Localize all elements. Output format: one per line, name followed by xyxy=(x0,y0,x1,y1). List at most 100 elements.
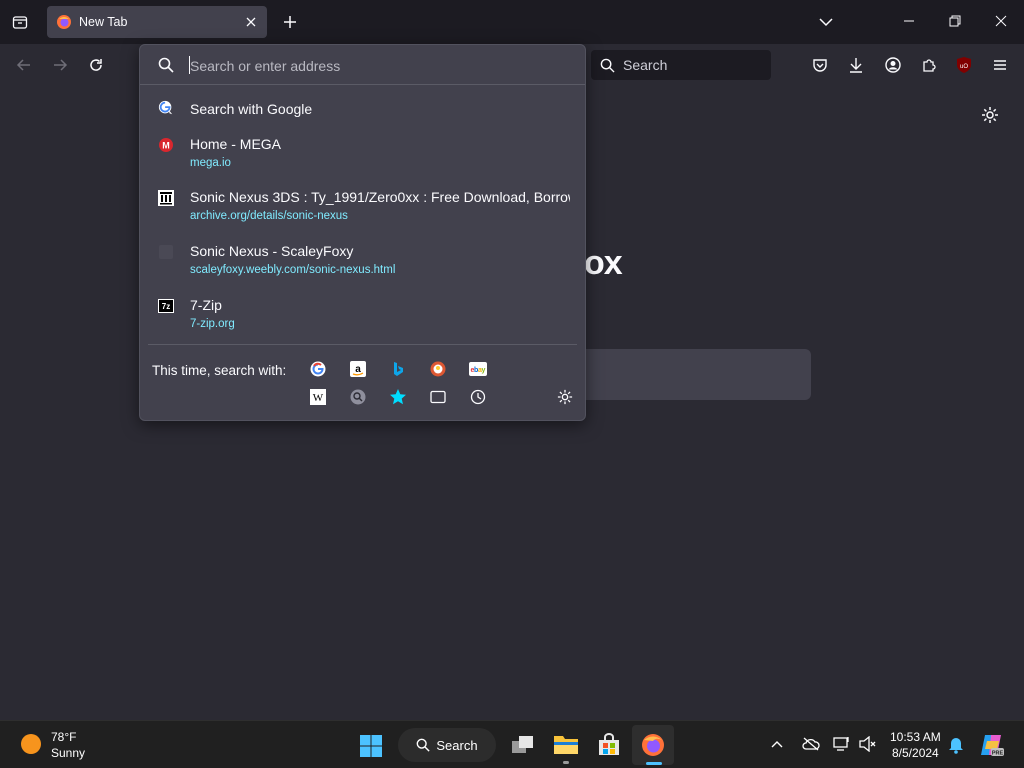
back-button[interactable] xyxy=(13,54,35,76)
suggestion-sonic-nexus-scaleyfoxy[interactable]: Sonic Nexus - ScaleyFoxy scaleyfoxy.weeb… xyxy=(140,240,585,280)
search-icon xyxy=(158,57,174,73)
wikipedia-engine-button[interactable]: W xyxy=(308,387,328,407)
downloads-button[interactable] xyxy=(845,54,867,76)
search-icon xyxy=(417,738,431,752)
windows-logo-icon xyxy=(360,735,382,757)
google-engine-button[interactable] xyxy=(308,359,328,379)
weather-widget[interactable] xyxy=(20,733,42,755)
account-button[interactable] xyxy=(882,54,904,76)
ebay-engine-button[interactable]: ebay xyxy=(468,359,488,379)
copilot-button[interactable]: PRE xyxy=(978,731,1006,759)
suggestion-7-zip[interactable]: 7z 7-Zip 7-zip.org xyxy=(140,294,585,334)
suggestion-title: Search with Google xyxy=(190,101,313,117)
bell-icon xyxy=(949,738,963,754)
weather-condition: Sunny xyxy=(51,746,86,760)
file-explorer-button[interactable] xyxy=(553,732,579,756)
toolbar-search-box[interactable]: Search xyxy=(591,50,771,80)
notifications-button[interactable] xyxy=(946,735,966,755)
account-icon xyxy=(885,57,901,73)
firefox-taskbar-button[interactable] xyxy=(632,725,674,765)
hamburger-menu-icon xyxy=(994,60,1006,70)
magnifier-engine-icon xyxy=(350,389,366,405)
suggestion-search-with-google[interactable]: Search with Google xyxy=(140,97,585,121)
svg-text:uO: uO xyxy=(960,64,968,70)
new-tab-search-field[interactable] xyxy=(586,349,811,400)
search-settings-button[interactable] xyxy=(555,387,575,407)
tab-strip: New Tab xyxy=(0,0,1024,44)
close-tab-icon[interactable] xyxy=(243,14,259,30)
new-tab-button[interactable] xyxy=(280,12,300,32)
speaker-muted-icon xyxy=(859,736,876,752)
task-view-icon xyxy=(512,736,533,753)
restore-icon xyxy=(949,15,961,27)
clock-time[interactable]: 10:53 AM xyxy=(890,730,941,744)
show-hidden-icons-button[interactable] xyxy=(769,736,785,752)
restore-button[interactable] xyxy=(944,10,966,32)
suggestion-title: 7-Zip xyxy=(190,297,222,313)
suggestion-url: archive.org/details/sonic-nexus xyxy=(190,210,348,222)
tabs-search-button[interactable] xyxy=(428,387,448,407)
suggestion-home-mega[interactable]: M Home - MEGA mega.io xyxy=(140,133,585,173)
amazon-engine-button[interactable]: a xyxy=(348,359,368,379)
start-button[interactable] xyxy=(358,733,384,759)
app-menu-button[interactable] xyxy=(989,54,1011,76)
monitor-network-icon xyxy=(833,737,849,751)
store-bag-icon xyxy=(599,733,619,755)
pocket-button[interactable] xyxy=(809,54,831,76)
google-icon xyxy=(310,361,326,377)
ublock-origin-button[interactable]: uO xyxy=(953,54,975,76)
active-indicator xyxy=(646,762,662,765)
folder-icon xyxy=(554,736,578,754)
svg-text:y: y xyxy=(482,367,486,374)
panel-divider xyxy=(148,344,577,345)
suggestion-title: Sonic Nexus 3DS : Ty_1991/Zero0xx : Free… xyxy=(190,189,570,205)
google-g-icon xyxy=(158,100,174,116)
minimize-icon xyxy=(904,20,914,22)
bookmarks-search-button[interactable] xyxy=(388,387,408,407)
list-all-tabs-button[interactable] xyxy=(816,12,836,32)
firefox-view-button[interactable] xyxy=(8,10,32,34)
running-indicator xyxy=(563,761,569,764)
svg-text:7z: 7z xyxy=(162,302,170,311)
svg-text:M: M xyxy=(162,141,170,151)
toolbar-search-label: Search xyxy=(623,57,668,73)
gear-icon xyxy=(557,389,573,405)
mega-icon: M xyxy=(158,137,174,153)
microsoft-store-button[interactable] xyxy=(596,732,622,758)
extensions-button[interactable] xyxy=(918,54,940,76)
custom-search-engine-button[interactable] xyxy=(348,387,368,407)
7zip-icon: 7z xyxy=(158,298,174,314)
urlbar-input[interactable] xyxy=(190,55,570,77)
suggestion-url: scaleyfoxy.weebly.com/sonic-nexus.html xyxy=(190,264,396,276)
ublock-shield-icon: uO xyxy=(957,57,971,73)
clock-date[interactable]: 8/5/2024 xyxy=(892,746,939,760)
duckduckgo-engine-button[interactable] xyxy=(428,359,448,379)
suggestion-sonic-nexus-archive[interactable]: Sonic Nexus 3DS : Ty_1991/Zero0xx : Free… xyxy=(140,186,585,226)
firefox-view-icon xyxy=(12,16,28,29)
bing-engine-button[interactable] xyxy=(388,359,408,379)
blank-favicon xyxy=(158,244,174,260)
arrow-right-icon xyxy=(54,59,68,71)
amazon-icon: a xyxy=(350,361,366,377)
puzzle-piece-icon xyxy=(923,59,936,72)
history-search-button[interactable] xyxy=(468,387,488,407)
tab-icon xyxy=(430,390,446,404)
suggestion-title: Sonic Nexus - ScaleyFoxy xyxy=(190,243,354,259)
volume-tray-icon[interactable] xyxy=(858,735,878,753)
cloud-offline-icon xyxy=(802,737,820,751)
suggestion-url: mega.io xyxy=(190,157,231,169)
onedrive-tray-icon[interactable] xyxy=(801,735,821,753)
chevron-up-icon xyxy=(771,741,783,748)
minimize-button[interactable] xyxy=(898,10,920,32)
taskbar-search-button[interactable]: Search xyxy=(398,728,496,762)
firefox-icon xyxy=(642,734,664,756)
tab-new-tab[interactable]: New Tab xyxy=(47,6,267,38)
close-window-button[interactable] xyxy=(990,10,1012,32)
forward-button[interactable] xyxy=(49,54,71,76)
task-view-button[interactable] xyxy=(510,733,536,757)
suggestion-title: Home - MEGA xyxy=(190,136,282,152)
customize-new-tab-button[interactable] xyxy=(981,106,999,129)
duckduckgo-icon xyxy=(430,361,446,377)
network-tray-icon[interactable] xyxy=(832,735,852,753)
reload-button[interactable] xyxy=(85,54,107,76)
